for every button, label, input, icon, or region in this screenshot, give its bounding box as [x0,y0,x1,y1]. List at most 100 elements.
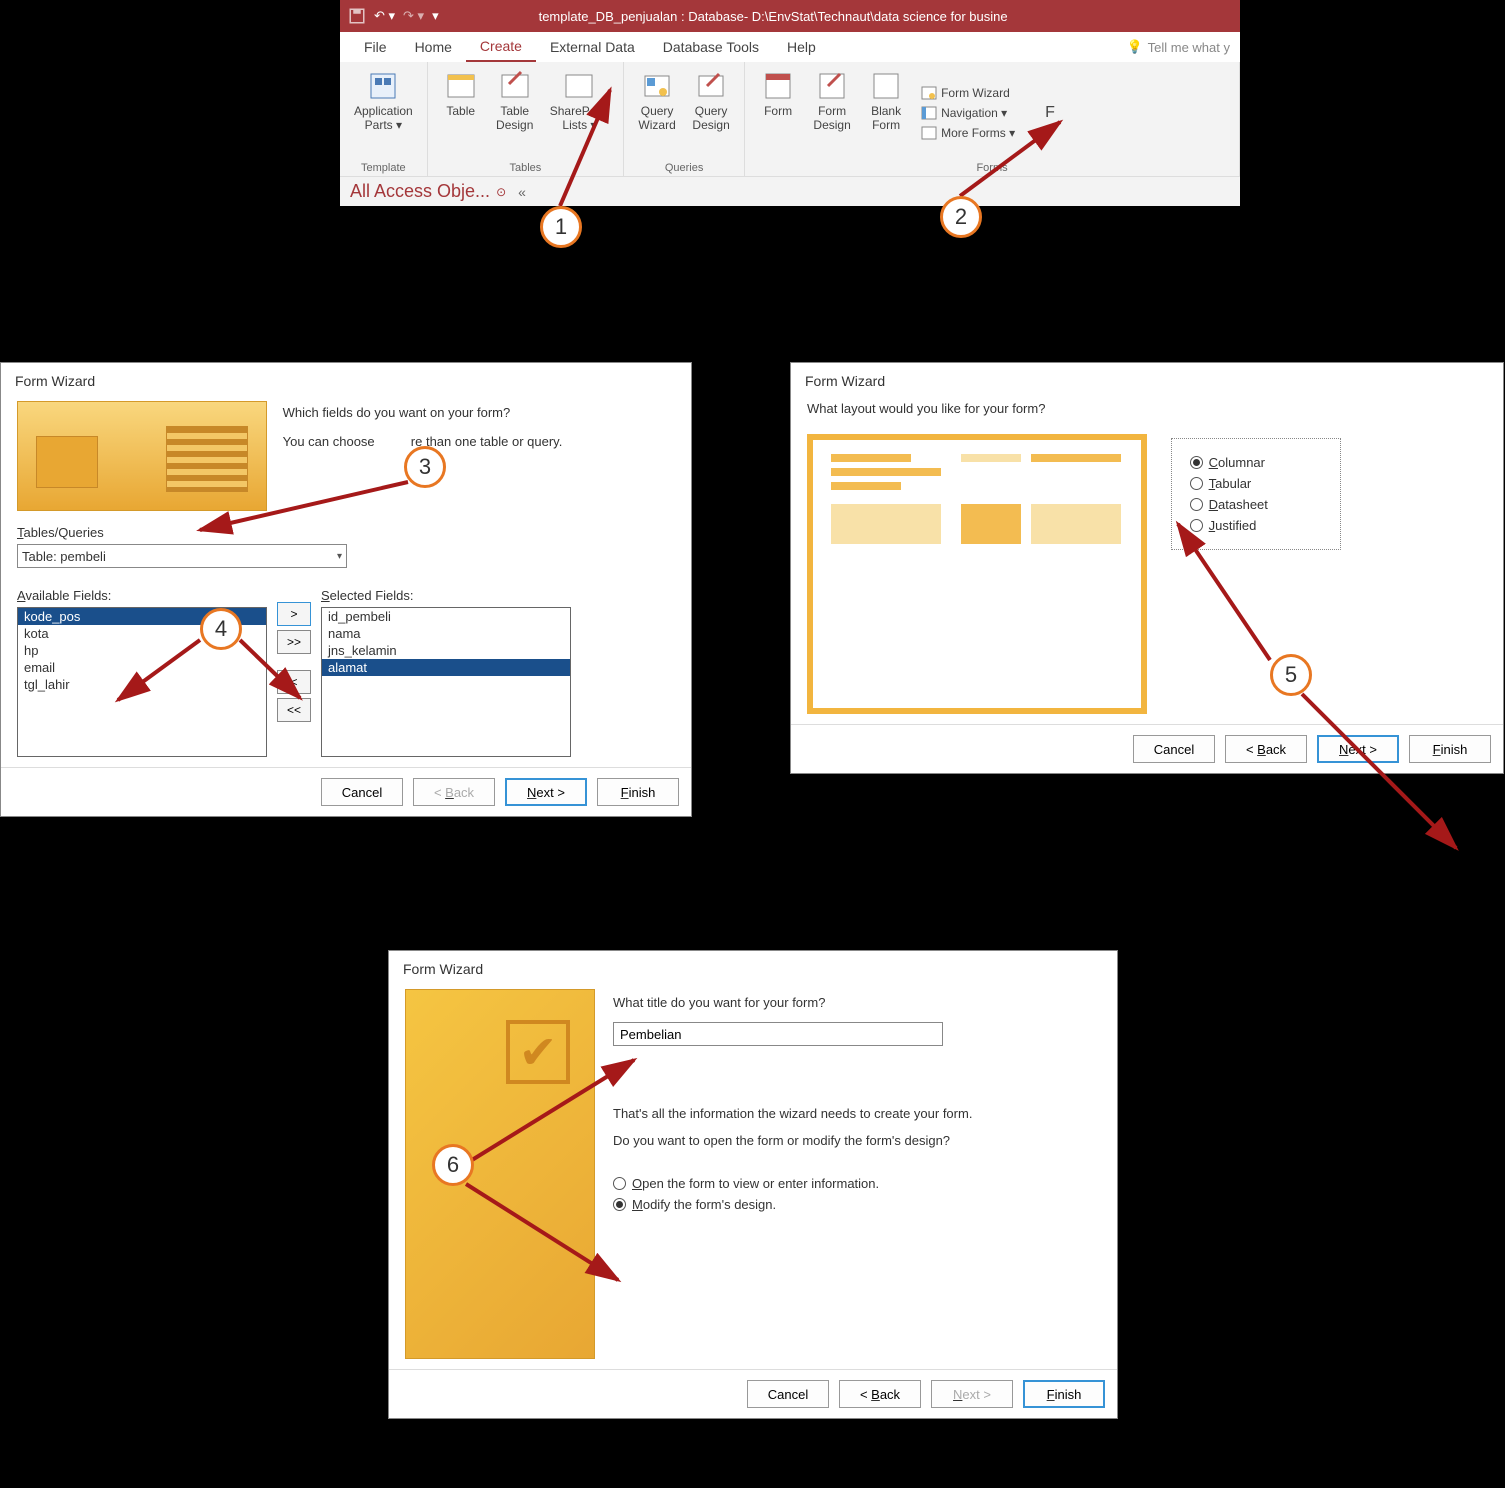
cancel-button[interactable]: Cancel [321,778,403,806]
selected-fields-list[interactable]: id_pembeli nama jns_kelamin alamat [321,607,571,757]
callout-4: 4 [200,608,242,650]
form-icon [762,70,794,102]
ribbon-tabs: File Home Create External Data Database … [340,32,1240,62]
callout-1: 1 [540,206,582,248]
titlebar: ↶ ▾ ↷ ▾ ▾ template_DB_penjualan : Databa… [340,0,1240,32]
wizard-info: That's all the information the wizard ne… [613,1106,1083,1121]
back-button[interactable]: < Back [839,1380,921,1408]
group-templates: Application Parts ▾ Template [340,62,428,176]
table-design-icon [499,70,531,102]
form-wizard-icon [921,85,937,101]
cancel-button[interactable]: Cancel [747,1380,829,1408]
app-parts-icon [367,70,399,102]
tables-queries-combo[interactable]: Table: pembeli [17,544,347,568]
tab-external-data[interactable]: External Data [536,33,649,61]
group-queries: Query Wizard Query Design Queries [624,62,745,176]
add-field-button[interactable]: > [277,602,311,626]
list-item[interactable]: alamat [322,659,570,676]
radio-columnar[interactable]: Columnar [1190,455,1322,470]
wizard-question: What title do you want for your form? [613,995,1083,1010]
query-wizard-button[interactable]: Query Wizard [632,66,682,160]
blank-form-icon [870,70,902,102]
wizard-question: Which fields do you want on your form? [283,405,663,420]
list-item[interactable]: email [18,659,266,676]
ribbon: Application Parts ▾ Template Table Table… [340,62,1240,177]
tab-help[interactable]: Help [773,33,830,61]
finish-button[interactable]: Finish [597,778,679,806]
query-wizard-icon [641,70,673,102]
list-item[interactable]: nama [322,625,570,642]
query-design-button[interactable]: Query Design [686,66,736,160]
undo-icon[interactable]: ↶ ▾ [374,8,395,24]
table-icon [445,70,477,102]
access-window: ↶ ▾ ↷ ▾ ▾ template_DB_penjualan : Databa… [340,0,1240,206]
radio-icon [613,1198,626,1211]
radio-modify-design[interactable]: Modify the form's design. [613,1197,1083,1212]
callout-6: 6 [432,1144,474,1186]
tab-database-tools[interactable]: Database Tools [649,33,773,61]
back-button: < Back [413,778,495,806]
list-item[interactable]: id_pembeli [322,608,570,625]
blank-form-button[interactable]: Blank Form [861,66,911,160]
navigation-button[interactable]: Navigation ▾ [921,105,1007,121]
add-all-fields-button[interactable]: >> [277,630,311,654]
sharepoint-lists-button[interactable]: SharePoint Lists ▾ [544,66,615,160]
next-button[interactable]: Next > [505,778,587,806]
wizard-question: What layout would you like for your form… [807,401,1487,416]
more-forms-button[interactable]: More Forms ▾ [921,125,1015,141]
radio-icon [1190,477,1203,490]
remove-all-fields-button[interactable]: << [277,698,311,722]
finish-button[interactable]: Finish [1023,1380,1105,1408]
sharepoint-icon [563,70,595,102]
wizard-hint: You can choose re than one table or quer… [283,434,663,449]
list-item[interactable]: tgl_lahir [18,676,266,693]
list-item[interactable]: jns_kelamin [322,642,570,659]
chevron-down-icon[interactable]: ⊙ [496,185,506,199]
radio-icon [1190,498,1203,511]
form-design-icon [816,70,848,102]
radio-open-form[interactable]: Open the form to view or enter informati… [613,1176,1083,1191]
layout-preview-icon [807,434,1147,714]
radio-icon [1190,519,1203,532]
table-button[interactable]: Table [436,66,486,160]
form-design-button[interactable]: Form Design [807,66,857,160]
next-button: Next > [931,1380,1013,1408]
radio-tabular[interactable]: Tabular [1190,476,1322,491]
radio-icon [613,1177,626,1190]
next-button[interactable]: Next > [1317,735,1399,763]
radio-icon [1190,456,1203,469]
collapse-icon[interactable]: « [518,184,526,200]
callout-3: 3 [404,446,446,488]
tell-me[interactable]: 💡Tell me what y [1126,39,1240,55]
dialog-title: Form Wizard [389,951,1117,983]
more-forms-icon [921,125,937,141]
bulb-icon: 💡 [1126,39,1142,55]
navigation-pane-header[interactable]: All Access Obje... ⊙ « [340,177,1240,206]
group-tables: Table Table Design SharePoint Lists ▾ Ta… [428,62,624,176]
redo-icon[interactable]: ↷ ▾ [403,8,424,24]
cancel-button[interactable]: Cancel [1133,735,1215,763]
radio-justified[interactable]: Justified [1190,518,1322,533]
tab-create[interactable]: Create [466,32,536,62]
qat-customize-icon[interactable]: ▾ [432,8,439,24]
finish-button[interactable]: Finish [1409,735,1491,763]
remove-field-button[interactable]: < [277,670,311,694]
save-icon[interactable] [348,7,366,25]
radio-datasheet[interactable]: Datasheet [1190,497,1322,512]
back-button[interactable]: < Back [1225,735,1307,763]
application-parts-button[interactable]: Application Parts ▾ [348,66,419,160]
callout-2: 2 [940,196,982,238]
dialog-title: Form Wizard [1,363,691,395]
dialog-title: Form Wizard [791,363,1503,395]
tab-file[interactable]: File [350,33,401,61]
table-design-button[interactable]: Table Design [490,66,540,160]
form-wizard-button[interactable]: Form Wizard [921,85,1010,101]
callout-5: 5 [1270,654,1312,696]
tables-queries-label: Tables/Queries [17,525,675,540]
form-button[interactable]: Form [753,66,803,160]
form-title-input[interactable] [613,1022,943,1046]
tab-home[interactable]: Home [401,33,466,61]
wizard-banner-icon [17,401,267,511]
window-title: template_DB_penjualan : Database- D:\Env… [459,9,1232,24]
query-design-icon [695,70,727,102]
